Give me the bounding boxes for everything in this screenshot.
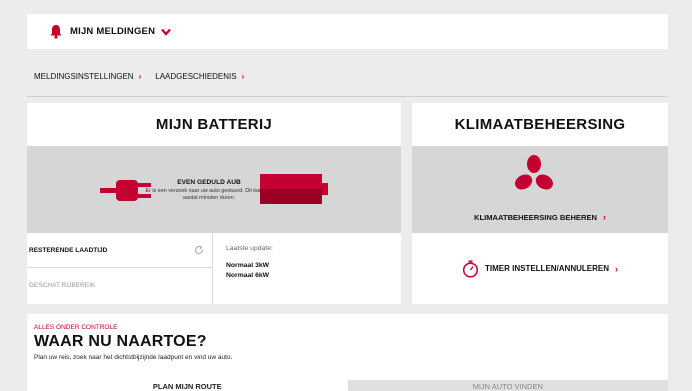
timer-icon — [462, 260, 479, 278]
fan-icon — [515, 155, 553, 190]
last-update-info: Laatste update: Normaal 3kW Normaal 6kW — [213, 233, 273, 304]
link-charging-history[interactable]: LAADGESCHIEDENIS › — [155, 72, 244, 81]
tab-label: MIJN AUTO VINDEN — [472, 382, 543, 391]
timer-label: TIMER INSTELLEN/ANNULEREN — [485, 264, 609, 273]
timer-link[interactable]: TIMER INSTELLEN/ANNULEREN › — [412, 233, 668, 304]
remaining-charge-time-label: RESTERENDE LAADTIJD — [29, 246, 108, 254]
chevron-right-icon: › — [615, 263, 618, 274]
divider — [27, 96, 668, 97]
tab-find-car[interactable]: MIJN AUTO VINDEN — [347, 380, 668, 391]
climate-panel: KLIMAATBEHEERSING BEHEREN › — [412, 146, 668, 233]
notifications-title: MIJN MELDINGEN — [70, 26, 156, 37]
last-update-label: Laatste update: — [226, 245, 273, 252]
tab-label: PLAN MIJN ROUTE — [152, 382, 222, 391]
battery-stats: RESTERENDE LAADTIJD GESCHAT RIJBEREIK La… — [27, 233, 401, 304]
estimated-range-row: GESCHAT RIJBEREIK — [27, 268, 212, 303]
tab-plan-route[interactable]: PLAN MIJN ROUTE — [27, 380, 348, 391]
route-section: ALLES ONDER CONTROLE WAAR NU NAARTOE? Pl… — [27, 314, 668, 391]
refresh-icon[interactable] — [194, 245, 204, 255]
link-label: MELDINGSINSTELLINGEN — [34, 72, 134, 81]
link-notification-settings[interactable]: MELDINGSINSTELLINGEN › — [34, 72, 141, 81]
section-kicker: ALLES ONDER CONTROLE — [34, 324, 118, 331]
chevron-down-icon[interactable] — [161, 28, 172, 36]
wait-message: EVEN GEDULD AUB Er is een verzoek naar u… — [144, 179, 274, 202]
remaining-charge-time-row: RESTERENDE LAADTIJD — [27, 233, 212, 268]
climate-card: KLIMAATBEHEERSING KLIMAATBEHEERSING BEHE… — [412, 103, 668, 304]
battery-icon — [260, 174, 328, 204]
estimated-range-label: GESCHAT RIJBEREIK — [29, 282, 96, 289]
settings-links: MELDINGSINSTELLINGEN › LAADGESCHIEDENIS … — [34, 72, 258, 81]
bell-icon — [50, 25, 62, 39]
chevron-right-icon: › — [138, 72, 142, 81]
battery-title: MIJN BATTERIJ — [155, 116, 273, 133]
wait-text: Er is een verzoek naar uw auto gestuurd.… — [145, 188, 273, 201]
battery-card: MIJN BATTERIJ EVEN GEDULD AUB Er is een … — [27, 103, 401, 304]
link-label: LAADGESCHIEDENIS — [155, 72, 237, 81]
manage-climate-label: KLIMAATBEHEERSING BEHEREN — [473, 212, 598, 222]
section-headline: WAAR NU NAARTOE? — [34, 333, 207, 350]
manage-climate-link[interactable]: KLIMAATBEHEERSING BEHEREN › — [412, 212, 668, 222]
chevron-right-icon: › — [241, 72, 245, 81]
normal-6kw-label: Normaal 6kW — [226, 272, 270, 279]
section-subtext: Plan uw reis, zoek naar het dichtstbijzi… — [34, 354, 233, 361]
route-tabs: PLAN MIJN ROUTE MIJN AUTO VINDEN — [27, 380, 668, 391]
battery-status-panel: EVEN GEDULD AUB Er is een verzoek naar u… — [27, 146, 401, 233]
charge-info: RESTERENDE LAADTIJD GESCHAT RIJBEREIK — [27, 233, 213, 304]
normal-3kw-label: Normaal 3kW — [226, 262, 270, 269]
climate-title: KLIMAATBEHEERSING — [454, 116, 626, 133]
wait-title: EVEN GEDULD AUB — [177, 179, 241, 186]
notifications-bar[interactable]: MIJN MELDINGEN — [27, 14, 668, 49]
chevron-right-icon: › — [603, 212, 607, 222]
